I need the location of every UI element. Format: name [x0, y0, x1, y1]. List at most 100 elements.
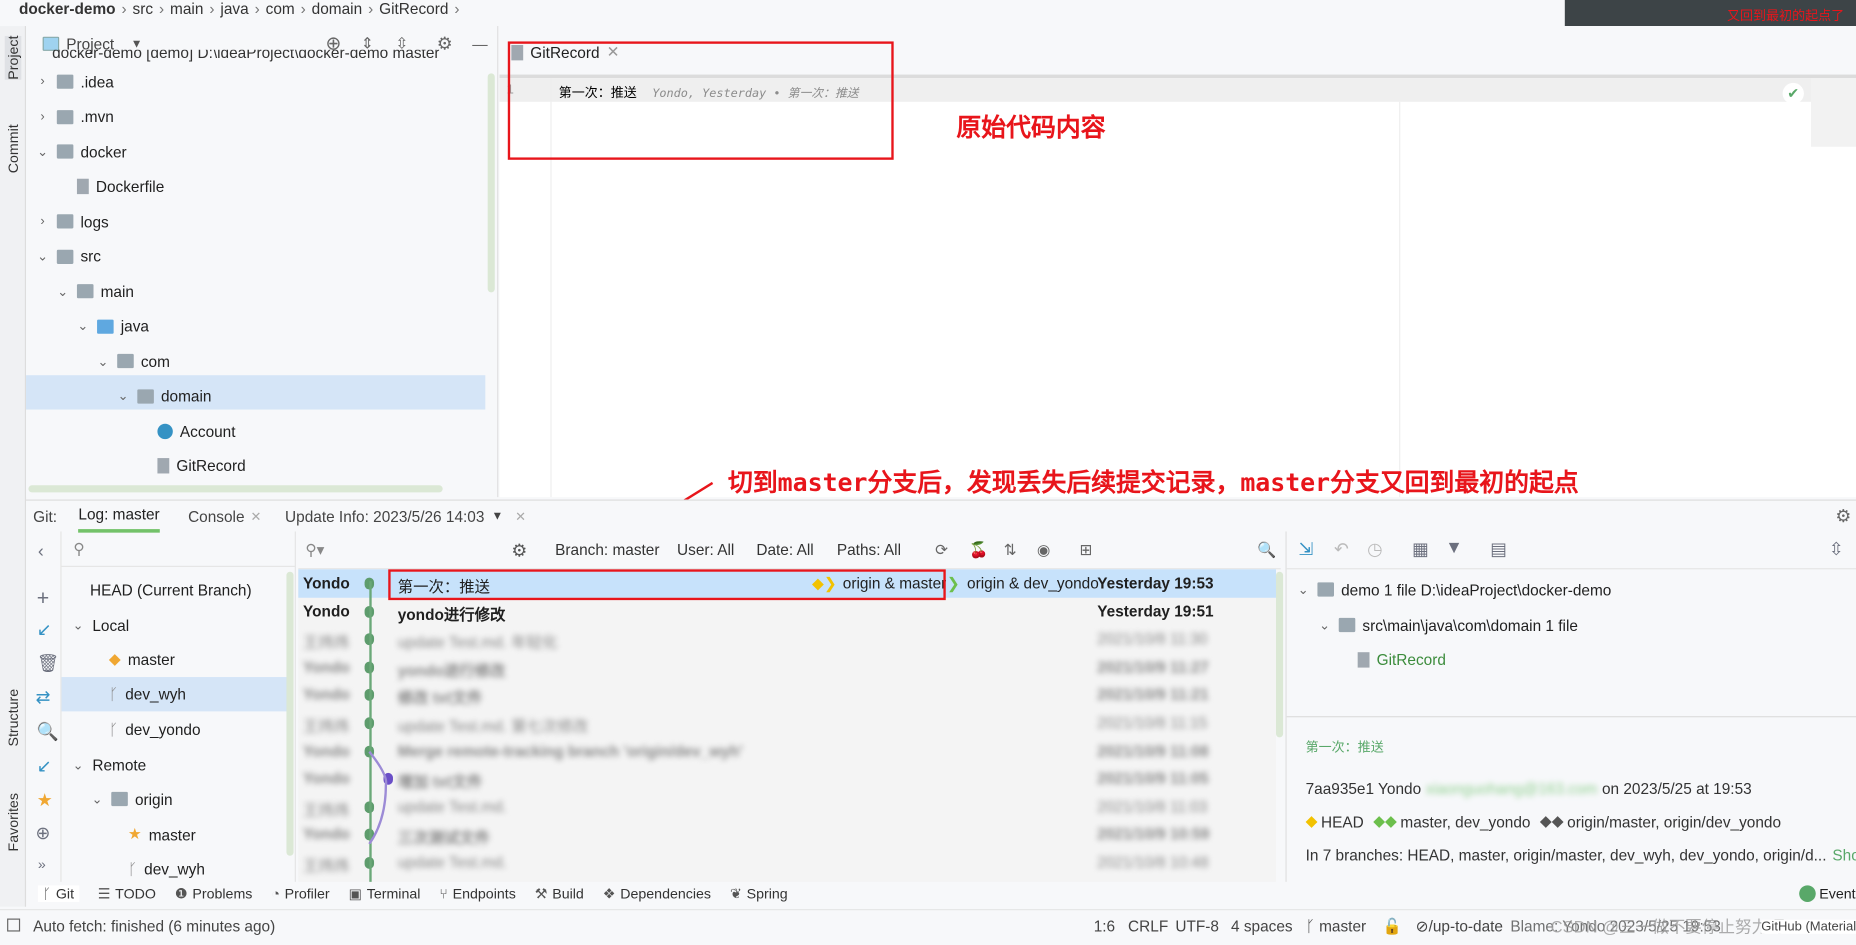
update-icon[interactable]: ↙: [37, 619, 52, 640]
inspection-ok-icon[interactable]: ✔: [1782, 82, 1804, 105]
log-search-icon[interactable]: ⚲▾: [305, 540, 324, 559]
log-settings-icon[interactable]: ⚙: [511, 539, 527, 560]
branch-item[interactable]: ⌄ Local: [71, 614, 129, 635]
chevron-down-icon[interactable]: ⌄: [56, 283, 70, 299]
fetch-status[interactable]: Auto fetch: finished (6 minutes ago): [33, 917, 275, 935]
expand-icon[interactable]: ⇳: [1829, 539, 1844, 560]
chevron-down-icon[interactable]: ⌄: [90, 791, 104, 806]
toolwindow-terminal[interactable]: ▣ Terminal: [349, 885, 421, 902]
commit-row[interactable]: 王炜炜 update Test.md. 年轻化 2021/10/8 11:30: [298, 625, 1276, 653]
branch-item[interactable]: ᚴ dev_yondo: [109, 718, 201, 739]
tree-item-gitrecord[interactable]: GitRecord: [136, 455, 246, 476]
indent[interactable]: 4 spaces: [1231, 917, 1293, 935]
chevron-down-icon[interactable]: ⌄: [96, 353, 110, 369]
event-log[interactable]: Event: [1799, 881, 1856, 907]
user-filter[interactable]: User: All: [677, 541, 734, 559]
tab-log-master[interactable]: Log: master: [78, 500, 160, 533]
locate-icon[interactable]: ⊕: [36, 823, 51, 844]
close-icon[interactable]: ✕: [250, 508, 261, 524]
chevron-down-icon[interactable]: ⌄: [36, 249, 50, 264]
breadcrumb-item[interactable]: main: [170, 0, 203, 18]
breadcrumb-item[interactable]: com: [266, 0, 295, 18]
branch-item[interactable]: ⌄ origin: [90, 788, 173, 809]
revert-icon[interactable]: ↶: [1334, 539, 1349, 560]
new-tab-icon[interactable]: ⊞: [1080, 540, 1093, 559]
tree-item-docker[interactable]: ⌄ docker: [36, 141, 127, 162]
stripe-commit[interactable]: Commit: [5, 124, 22, 173]
compare-icon[interactable]: ⇄: [36, 687, 51, 708]
breadcrumb-item[interactable]: GitRecord: [379, 0, 448, 18]
toolwindow-build[interactable]: ⚒ Build: [535, 885, 584, 902]
layout-icon[interactable]: ▤: [1490, 539, 1507, 560]
stripe-structure[interactable]: Structure: [5, 689, 22, 747]
sort-icon[interactable]: ⇅: [1004, 540, 1017, 559]
vertical-scrollbar[interactable]: [286, 571, 294, 856]
tree-item-domain[interactable]: ⌄ domain: [116, 385, 212, 406]
branch-item[interactable]: ᚴ dev_wyh: [109, 684, 186, 705]
branch-item[interactable]: HEAD (Current Branch): [90, 579, 252, 600]
commit-row[interactable]: Yondo 修改 txt文件 2021/10/9 11:21: [298, 681, 1276, 709]
chevron-right-icon[interactable]: ›: [36, 75, 50, 89]
toolwindow-spring[interactable]: ❦ Spring: [730, 885, 788, 902]
theme-status[interactable]: GitHub (Material): [1761, 919, 1856, 934]
refresh-icon[interactable]: ⟳: [935, 540, 948, 559]
toolwindow-todo[interactable]: ☰ TODO: [98, 885, 156, 902]
chevron-down-icon[interactable]: ▼: [131, 37, 143, 50]
tree-item-mvn[interactable]: › .mvn: [36, 106, 113, 127]
tree-item-logs[interactable]: › logs: [36, 211, 108, 232]
gear-icon[interactable]: ⚙: [1835, 505, 1851, 527]
tab-console[interactable]: Console: [188, 507, 244, 525]
chevron-down-icon[interactable]: ⌄: [71, 617, 85, 632]
caret-position[interactable]: 1:6: [1094, 917, 1115, 935]
commit-row[interactable]: 王炜炜 update Test.md. 第七次修改 2021/10/8 11:15: [298, 709, 1276, 737]
chevron-down-icon[interactable]: ⌄: [116, 388, 130, 403]
filter-icon[interactable]: ▼: [1445, 537, 1463, 557]
tree-item-idea[interactable]: › .idea: [36, 71, 113, 92]
history-icon[interactable]: ◷: [1367, 539, 1382, 560]
commit-row[interactable]: 王炜炜 update Test.md. 2021/10/8 11:03: [298, 793, 1276, 821]
tree-item-src[interactable]: ⌄ src: [36, 246, 101, 267]
breadcrumb-item[interactable]: java: [220, 0, 248, 18]
cherry-pick-icon[interactable]: 🍒: [969, 540, 988, 559]
tree-item-java[interactable]: ⌄ java: [76, 315, 149, 336]
search-icon[interactable]: 🔍: [37, 721, 59, 742]
breadcrumb-item[interactable]: src: [133, 0, 154, 18]
paths-filter[interactable]: Paths: All: [837, 541, 901, 559]
changes-root[interactable]: ⌄ demo 1 file D:\ideaProject\docker-demo: [1296, 576, 1612, 602]
vertical-scrollbar[interactable]: [1275, 571, 1284, 738]
add-icon[interactable]: +: [37, 586, 49, 611]
commit-row[interactable]: Yondo 增加 txt文件 2021/10/9 11:05: [298, 765, 1276, 793]
chevron-down-icon[interactable]: ⌄: [76, 318, 90, 334]
uptodate-status[interactable]: ⊘/up-to-date: [1416, 917, 1503, 936]
date-filter[interactable]: Date: All: [756, 541, 813, 559]
star-icon[interactable]: ★: [37, 790, 53, 811]
chevron-down-icon[interactable]: ⌄: [36, 144, 50, 159]
toolwindow-dependencies[interactable]: ❖ Dependencies: [603, 885, 711, 902]
line-separator[interactable]: CRLF: [1128, 917, 1168, 935]
tree-item-account[interactable]: Account: [136, 420, 236, 441]
toolwindow-problems[interactable]: ❶ Problems: [175, 885, 252, 902]
branch-item[interactable]: ◆ master: [109, 649, 175, 670]
lock-icon[interactable]: 🔓: [1383, 917, 1402, 936]
search-icon[interactable]: 🔍: [1257, 540, 1276, 559]
horizontal-scrollbar[interactable]: [28, 485, 443, 493]
fetch-icon[interactable]: ↙: [37, 755, 52, 776]
toolwindow-git[interactable]: ᚴ Git: [37, 885, 79, 902]
delete-icon[interactable]: 🗑: [37, 652, 60, 673]
branch-item[interactable]: ⌄ Remote: [71, 754, 147, 775]
tab-update-info[interactable]: Update Info: 2023/5/26 14:03: [285, 507, 484, 525]
git-branch-status[interactable]: ᚴ master: [1306, 917, 1367, 935]
more-icon[interactable]: »: [38, 856, 46, 873]
changed-file[interactable]: GitRecord: [1357, 646, 1446, 672]
status-toggle-icon[interactable]: [7, 918, 21, 932]
stripe-project[interactable]: Project: [4, 35, 22, 80]
chevron-down-icon[interactable]: ⌄: [71, 757, 85, 772]
stripe-favorites[interactable]: Favorites: [5, 793, 22, 851]
tree-item-dockerfile[interactable]: Dockerfile: [56, 176, 164, 197]
breadcrumb-item[interactable]: docker-demo: [19, 0, 116, 18]
commit-row[interactable]: 王炜炜 update Test.md. 2021/10/8 10:48: [298, 849, 1276, 877]
back-icon[interactable]: ‹: [38, 541, 44, 561]
branch-item[interactable]: ★ master: [128, 824, 196, 845]
chevron-right-icon[interactable]: ›: [36, 214, 50, 228]
toolwindow-endpoints[interactable]: ⑂ Endpoints: [439, 885, 515, 902]
